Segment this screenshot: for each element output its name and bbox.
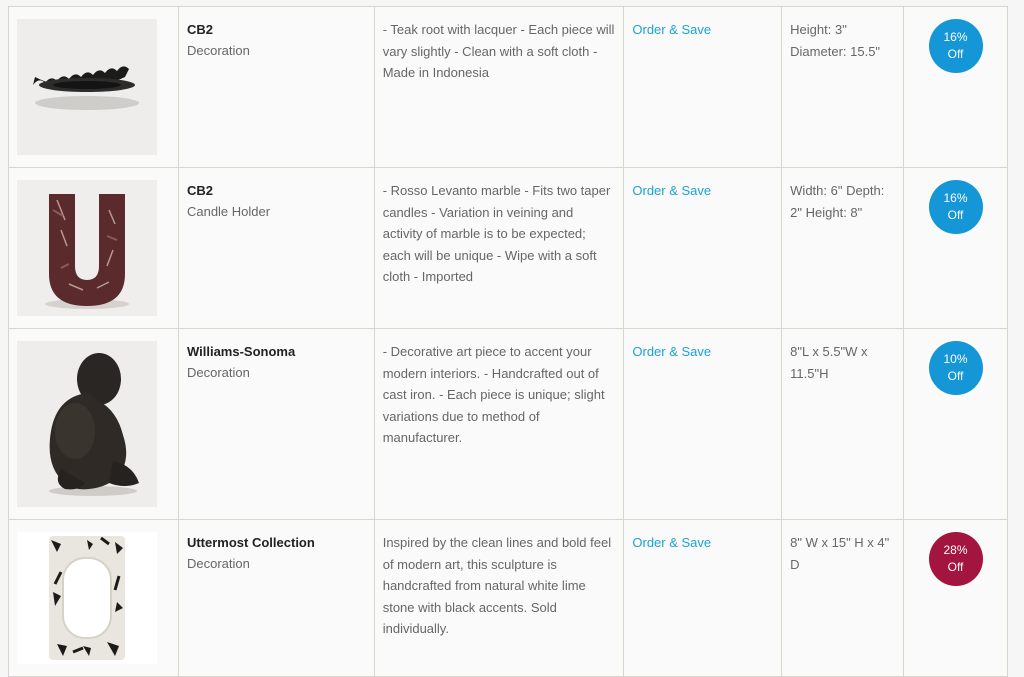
link-cell: Order & Save: [623, 519, 783, 677]
dimensions-cell: Width: 6" Depth: 2" Height: 8": [781, 167, 905, 329]
discount-cell: 10% Off: [903, 328, 1008, 520]
product-description: - Teak root with lacquer - Each piece wi…: [382, 22, 615, 80]
product-image-cell: [8, 519, 179, 677]
discount-off-label: Off: [947, 560, 964, 574]
discount-percent: 16%: [943, 30, 968, 44]
discount-off-label: Off: [947, 369, 964, 383]
description-cell: - Decorative art piece to accent your mo…: [373, 328, 625, 520]
brand-name: CB2: [186, 22, 213, 37]
link-cell: Order & Save: [623, 6, 783, 168]
discount-badge: 28% Off: [928, 532, 983, 586]
product-image[interactable]: [17, 180, 157, 316]
discount-cell: 28% Off: [903, 519, 1008, 677]
sculpture-icon: [17, 341, 157, 507]
product-category: Decoration: [186, 365, 250, 380]
product-image[interactable]: [17, 19, 157, 155]
product-description: Inspired by the clean lines and bold fee…: [382, 535, 612, 636]
product-description: - Rosso Levanto marble - Fits two taper …: [382, 183, 611, 284]
brand-cell: Uttermost Collection Decoration: [177, 519, 375, 677]
table-row: Uttermost Collection Decoration Inspired…: [8, 519, 1008, 677]
order-and-save-link[interactable]: Order & Save: [632, 535, 711, 550]
product-image-cell: [8, 6, 179, 168]
product-comparison-page: CB2 Decoration - Teak root with lacquer …: [0, 0, 1024, 677]
dimensions-cell: 8"L x 5.5"W x 11.5"H: [781, 328, 905, 520]
discount-percent: 16%: [943, 191, 968, 205]
order-and-save-link[interactable]: Order & Save: [632, 183, 711, 198]
dimensions-cell: Height: 3" Diameter: 15.5": [781, 6, 905, 168]
link-cell: Order & Save: [623, 328, 783, 520]
discount-badge: 16% Off: [928, 180, 983, 234]
brand-name: Uttermost Collection: [186, 535, 315, 550]
product-dimensions: Height: 3" Diameter: 15.5": [790, 22, 881, 59]
discount-percent: 28%: [943, 543, 968, 557]
discount-percent: 10%: [943, 352, 968, 366]
order-and-save-link[interactable]: Order & Save: [632, 22, 711, 37]
brand-cell: CB2 Decoration: [177, 6, 375, 168]
product-image-cell: [8, 328, 179, 520]
description-cell: - Rosso Levanto marble - Fits two taper …: [373, 167, 625, 329]
product-dimensions: 8" W x 15" H x 4" D: [790, 535, 890, 572]
product-category: Candle Holder: [186, 204, 271, 219]
discount-cell: 16% Off: [903, 6, 1008, 168]
product-description: - Decorative art piece to accent your mo…: [382, 344, 605, 445]
dimensions-cell: 8" W x 15" H x 4" D: [781, 519, 905, 677]
candle-holder-icon: [17, 180, 157, 316]
stone-sculpture-icon: [17, 532, 157, 664]
brand-name: Williams-Sonoma: [186, 344, 296, 359]
product-image[interactable]: [17, 341, 157, 507]
description-cell: - Teak root with lacquer - Each piece wi…: [373, 6, 625, 168]
brand-cell: CB2 Candle Holder: [177, 167, 375, 329]
product-category: Decoration: [186, 556, 250, 571]
brand-name: CB2: [186, 183, 213, 198]
description-cell: Inspired by the clean lines and bold fee…: [373, 519, 625, 677]
discount-badge: 10% Off: [928, 341, 983, 395]
bowl-icon: [17, 19, 157, 155]
table-row: CB2 Candle Holder - Rosso Levanto marble…: [8, 167, 1008, 329]
product-dimensions: Width: 6" Depth: 2" Height: 8": [790, 183, 885, 220]
table-row: CB2 Decoration - Teak root with lacquer …: [8, 6, 1008, 168]
brand-cell: Williams-Sonoma Decoration: [177, 328, 375, 520]
product-image-cell: [8, 167, 179, 329]
discount-badge: 16% Off: [928, 19, 983, 73]
product-image[interactable]: [17, 532, 157, 664]
order-and-save-link[interactable]: Order & Save: [632, 344, 711, 359]
link-cell: Order & Save: [623, 167, 783, 329]
product-dimensions: 8"L x 5.5"W x 11.5"H: [790, 344, 868, 381]
discount-off-label: Off: [947, 47, 964, 61]
table-row: Williams-Sonoma Decoration - Decorative …: [8, 328, 1008, 520]
discount-off-label: Off: [947, 208, 964, 222]
product-table: CB2 Decoration - Teak root with lacquer …: [8, 6, 1008, 677]
discount-cell: 16% Off: [903, 167, 1008, 329]
product-category: Decoration: [186, 43, 250, 58]
